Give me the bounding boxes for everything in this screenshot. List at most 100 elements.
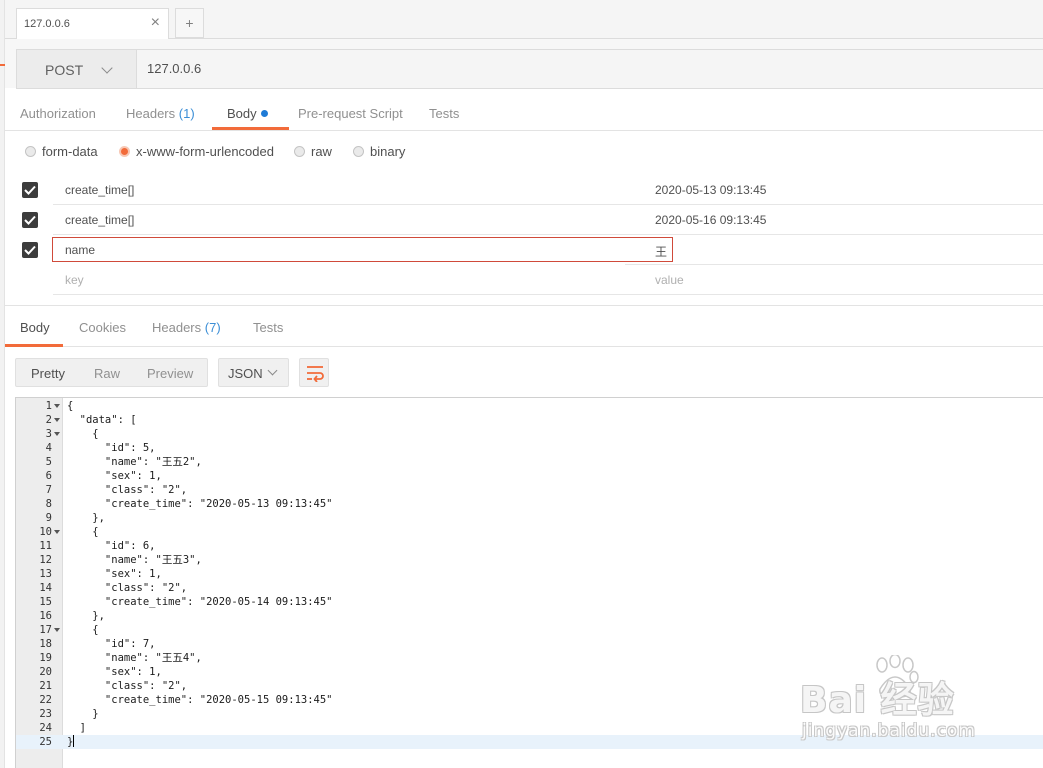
text-caret	[73, 735, 75, 747]
code-line: 1{	[16, 399, 1043, 413]
tab-body-label: Body	[227, 106, 257, 121]
tab-tests[interactable]: Tests	[429, 106, 459, 121]
code-text: "sex": 1,	[67, 568, 162, 580]
code-line: 2 "data": [	[16, 413, 1043, 427]
fold-arrow-icon[interactable]	[54, 530, 60, 534]
radio-form-data[interactable]: form-data	[25, 144, 98, 159]
format-label: JSON	[228, 366, 263, 381]
radio-circle	[25, 146, 36, 157]
watermark-site: jingyan.baidu.com	[802, 721, 976, 741]
format-select[interactable]: JSON	[218, 358, 289, 387]
radio-urlencoded[interactable]: x-www-form-urlencoded	[119, 144, 274, 159]
code-text: "class": "2",	[67, 582, 188, 594]
close-icon[interactable]: ×	[151, 14, 160, 32]
param-value[interactable]: 2020-05-13 09:13:45	[655, 183, 766, 197]
radio-label: binary	[370, 144, 406, 159]
code-text: "class": "2",	[67, 484, 188, 496]
radio-raw[interactable]: raw	[294, 144, 332, 159]
fold-arrow-icon[interactable]	[54, 628, 60, 632]
watermark-brand: Bai 经验	[800, 680, 955, 721]
code-text: "class": "2",	[67, 680, 188, 692]
body-mode-radios: form-data x-www-form-urlencoded raw bina…	[5, 131, 1043, 171]
param-key-placeholder[interactable]: key	[65, 273, 84, 287]
code-line: 14 "class": "2",	[16, 581, 1043, 595]
param-row: create_time[] 2020-05-16 09:13:45	[5, 205, 1043, 235]
line-number: 12	[39, 554, 52, 566]
code-text: {	[67, 428, 99, 440]
resp-tab-body[interactable]: Body	[20, 320, 50, 335]
tab-request[interactable]: 127.0.0.6 ×	[16, 8, 169, 39]
param-row-empty: key value	[5, 265, 1043, 295]
view-raw-button[interactable]: Raw	[94, 366, 120, 381]
method-select[interactable]: POST	[16, 49, 136, 89]
line-number: 25	[39, 736, 52, 748]
line-number: 2	[45, 414, 52, 426]
code-line: 5 "name": "王五2",	[16, 455, 1043, 469]
param-key[interactable]: name	[65, 243, 95, 257]
view-pretty-button[interactable]: Pretty	[31, 366, 65, 381]
resp-headers-count: (7)	[204, 320, 221, 335]
code-line: 17 {	[16, 623, 1043, 637]
code-text: ]	[67, 722, 86, 734]
param-checkbox[interactable]	[22, 212, 38, 228]
param-value[interactable]: 2020-05-16 09:13:45	[655, 213, 766, 227]
radio-label: raw	[311, 144, 332, 159]
code-text: {	[67, 624, 99, 636]
param-key[interactable]: create_time[]	[65, 213, 134, 227]
param-edit-box[interactable]	[52, 237, 673, 262]
tab-authorization[interactable]: Authorization	[20, 106, 96, 121]
fold-arrow-icon[interactable]	[54, 418, 60, 422]
code-text: },	[67, 610, 105, 622]
code-text: }	[67, 735, 75, 748]
resp-tab-headers-label: Headers	[152, 320, 202, 335]
code-line: 3 {	[16, 427, 1043, 441]
tab-body[interactable]: Body	[227, 106, 268, 121]
fold-arrow-icon[interactable]	[54, 404, 60, 408]
code-line: 10 {	[16, 525, 1043, 539]
resp-tab-cookies[interactable]: Cookies	[79, 320, 126, 335]
param-value-placeholder[interactable]: value	[655, 273, 684, 287]
param-checkbox[interactable]	[22, 182, 38, 198]
param-checkbox[interactable]	[22, 242, 38, 258]
code-line: 7 "class": "2",	[16, 483, 1043, 497]
line-number: 24	[39, 722, 52, 734]
line-number: 18	[39, 638, 52, 650]
resp-tab-tests[interactable]: Tests	[253, 320, 283, 335]
code-text: "id": 6,	[67, 540, 156, 552]
url-input[interactable]: 127.0.0.6	[136, 49, 1043, 89]
code-text: },	[67, 512, 105, 524]
chevron-down-icon	[101, 62, 113, 74]
line-number: 21	[39, 680, 52, 692]
tab-headers-label: Headers	[126, 106, 176, 121]
active-tab-underline	[5, 344, 63, 347]
line-number: 14	[39, 582, 52, 594]
tab-headers[interactable]: Headers (1)	[126, 106, 195, 121]
chevron-down-icon	[267, 365, 278, 376]
new-tab-button[interactable]: +	[175, 8, 204, 38]
code-text: "sex": 1,	[67, 470, 162, 482]
radio-label: form-data	[42, 144, 98, 159]
line-number: 8	[45, 498, 52, 510]
code-text: {	[67, 400, 74, 412]
line-number: 3	[45, 428, 52, 440]
view-preview-button[interactable]: Preview	[147, 366, 193, 381]
fold-arrow-icon[interactable]	[54, 432, 60, 436]
code-line: 18 "id": 7,	[16, 637, 1043, 651]
line-number: 1	[45, 400, 52, 412]
wrap-lines-icon	[307, 366, 324, 382]
radio-circle	[294, 146, 305, 157]
active-tab-underline	[212, 127, 289, 130]
code-line: 12 "name": "王五3",	[16, 553, 1043, 567]
method-label: POST	[45, 62, 84, 78]
divider	[53, 294, 625, 295]
line-number: 10	[39, 526, 52, 538]
param-value[interactable]: 王	[655, 243, 667, 260]
radio-binary[interactable]: binary	[353, 144, 405, 159]
code-line: 16 },	[16, 609, 1043, 623]
param-key[interactable]: create_time[]	[65, 183, 134, 197]
request-url-bar: POST 127.0.0.6	[5, 39, 1043, 89]
tab-prerequest-script[interactable]: Pre-request Script	[298, 106, 403, 121]
wrap-lines-button[interactable]	[299, 358, 329, 387]
tab-label: 127.0.0.6	[24, 18, 70, 30]
resp-tab-headers[interactable]: Headers (7)	[152, 320, 221, 335]
